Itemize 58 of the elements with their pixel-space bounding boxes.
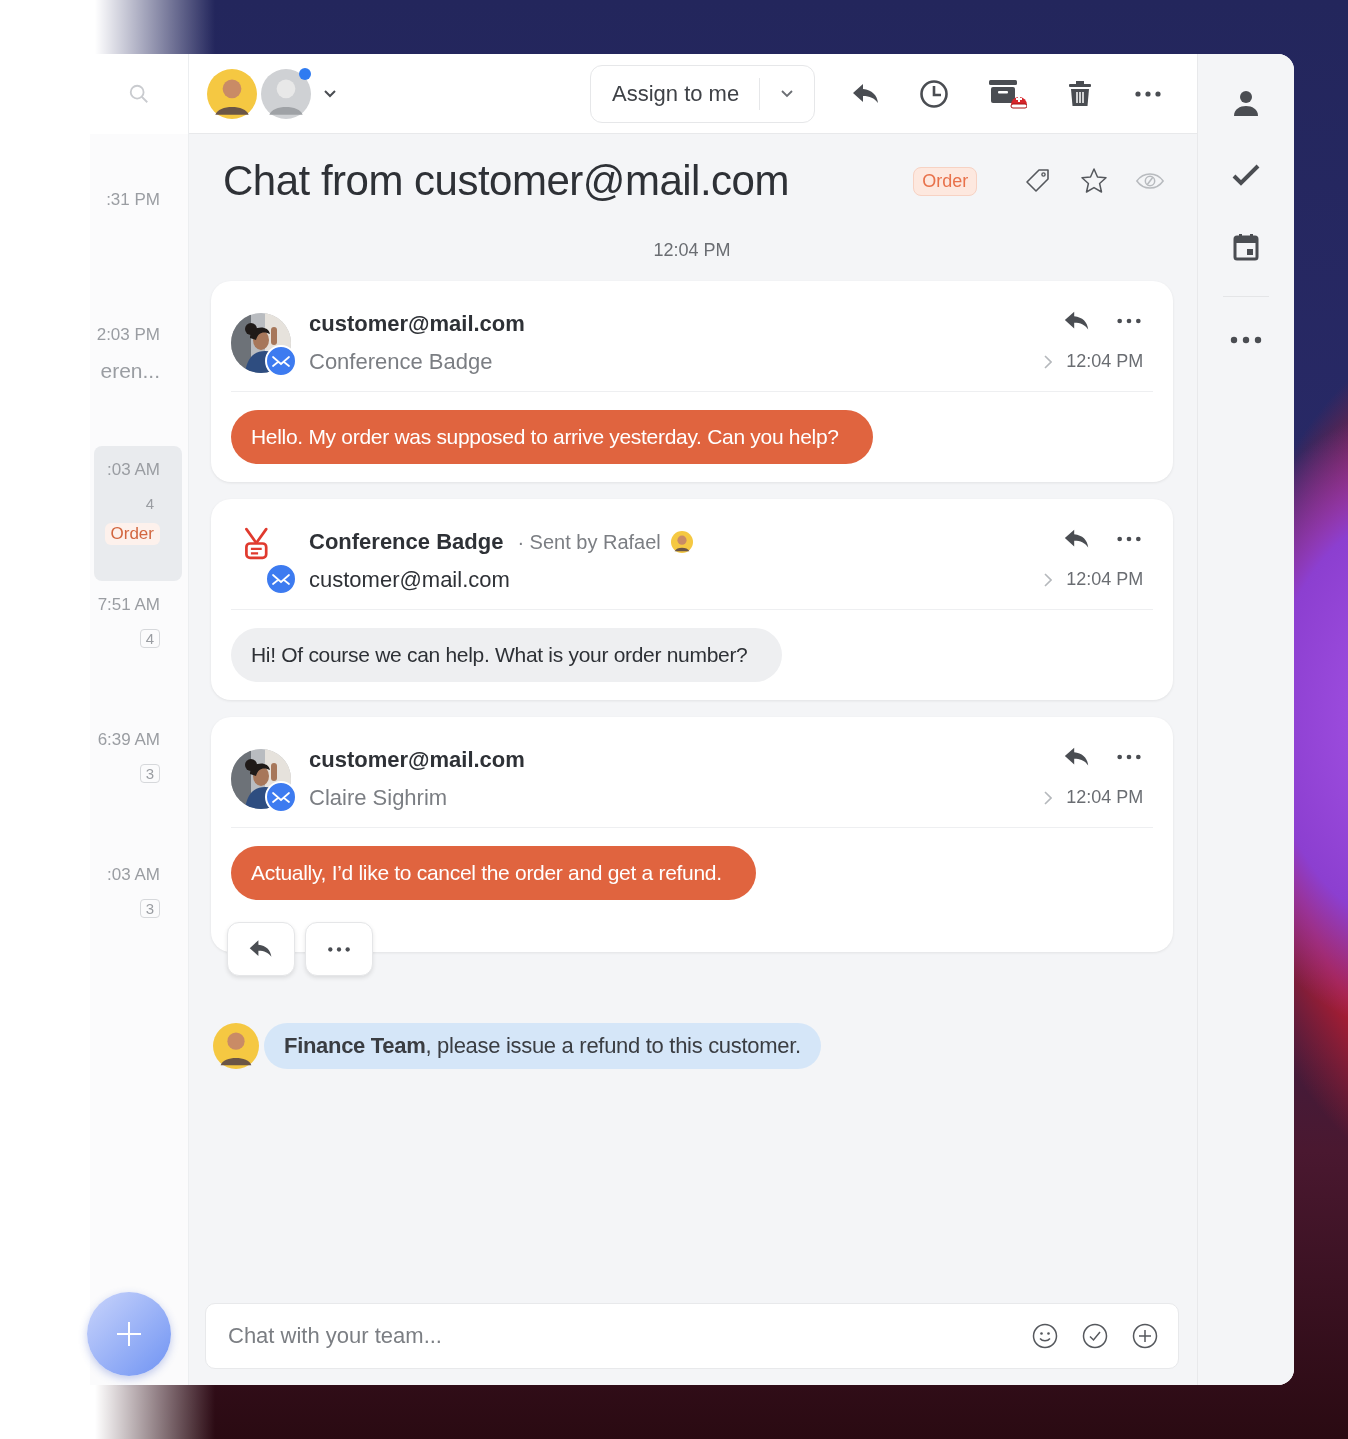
conversation-item[interactable]: 2:03 PM eren...	[94, 311, 182, 446]
clock-icon[interactable]	[919, 78, 950, 109]
message-time: 12:04 PM	[1066, 351, 1144, 372]
assign-button[interactable]: Assign to me	[591, 77, 761, 110]
plus-icon	[114, 1319, 144, 1349]
message-subtitle: Claire Sighrim	[309, 785, 449, 811]
check-circle-icon[interactable]	[1082, 1323, 1109, 1349]
smiley-icon[interactable]	[1032, 1323, 1059, 1349]
conversation-item[interactable]: :03 AM 4 Order	[94, 446, 182, 581]
conversation-title: Chat from customer@mail.com	[223, 157, 789, 205]
message-count: 4	[139, 629, 160, 648]
caret-icon[interactable]	[323, 88, 337, 99]
conversation-item[interactable]: :31 PM	[94, 176, 182, 311]
message-bubble: Hi! Of course we can help. What is your order number?	[231, 628, 782, 682]
reply-button[interactable]	[227, 922, 295, 976]
chat-composer[interactable]: Chat with your team...	[205, 1303, 1180, 1369]
message-bubble: Actually, I’d like to cancel the order and get a refund.	[231, 846, 756, 900]
message-count: 4	[144, 494, 155, 513]
messenger-icon	[265, 781, 297, 813]
message-count: 3	[139, 764, 160, 783]
calendar-icon[interactable]	[1231, 232, 1262, 262]
conversation-item[interactable]: 6:39 AM 3	[94, 716, 182, 851]
message-count: 3	[139, 899, 160, 918]
item-time: 6:39 AM	[97, 730, 160, 750]
item-time: :31 PM	[106, 190, 160, 210]
message-subtitle: customer@mail.com	[309, 567, 511, 593]
conversation-item[interactable]: 7:51 AM 4	[94, 581, 182, 716]
message-time: 12:04 PM	[1066, 569, 1144, 590]
messenger-icon	[265, 345, 297, 377]
sender-name: Conference Badge	[309, 529, 504, 555]
item-time: 2:03 PM	[96, 325, 160, 345]
avatar-icon	[670, 531, 693, 553]
sender-name: customer@mail.com	[309, 747, 525, 773]
item-time: 7:51 AM	[97, 595, 160, 615]
item-time: :03 AM	[107, 865, 160, 885]
item-subject: eren...	[100, 359, 160, 383]
assignee-avatar[interactable]	[259, 66, 313, 121]
message-subtitle: Conference Badge	[309, 349, 494, 375]
caret-icon[interactable]	[780, 88, 795, 99]
more-icon[interactable]	[1229, 335, 1264, 345]
online-dot	[299, 67, 311, 80]
message-bubble: Hello. My order was supposed to arrive yesterday. Can you help?	[231, 410, 873, 464]
plus-circle-icon[interactable]	[1132, 1323, 1159, 1349]
star-icon[interactable]	[1079, 166, 1110, 196]
item-tag: Order	[104, 523, 160, 545]
conversation-timestamp: 12:04 PM	[652, 240, 732, 261]
sender-name: customer@mail.com	[309, 311, 525, 337]
conversation-item[interactable]: :03 AM 3	[94, 851, 182, 986]
more-icon	[326, 944, 352, 954]
message-time: 12:04 PM	[1066, 787, 1144, 808]
assignee-avatar[interactable]	[205, 66, 259, 121]
avatar-icon	[213, 1023, 259, 1069]
messenger-icon	[265, 563, 297, 595]
note-bubble: Finance Team, please issue a refund to this customer.	[264, 1023, 821, 1069]
sent-by-text: · Sent by Rafael	[517, 530, 661, 554]
item-time: :03 AM	[107, 460, 160, 480]
chat-input-field[interactable]: Chat with your team...	[226, 1315, 1009, 1357]
order-tag[interactable]: Order	[913, 166, 978, 196]
